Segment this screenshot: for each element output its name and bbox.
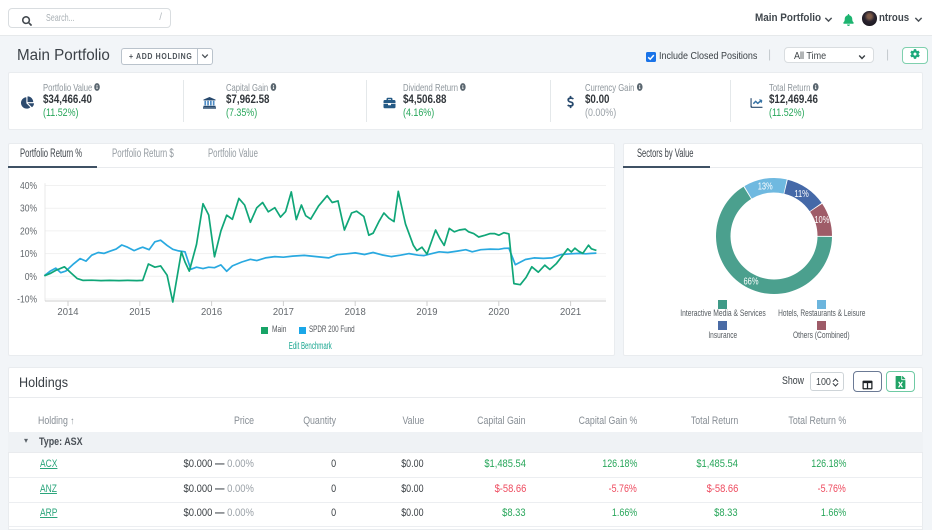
svg-text:30%: 30%	[20, 203, 37, 214]
svg-text:2018: 2018	[345, 307, 366, 318]
svg-text:11%: 11%	[794, 188, 809, 199]
svg-text:2016: 2016	[201, 307, 222, 318]
svg-text:2017: 2017	[273, 307, 294, 318]
svg-text:2014: 2014	[57, 307, 79, 318]
svg-text:66%: 66%	[744, 276, 759, 287]
svg-text:0%: 0%	[25, 271, 37, 282]
svg-text:2020: 2020	[488, 307, 510, 318]
svg-text:20%: 20%	[20, 226, 37, 237]
svg-text:40%: 40%	[20, 180, 37, 191]
svg-text:2015: 2015	[129, 307, 151, 318]
svg-text:13%: 13%	[758, 181, 773, 192]
svg-text:10%: 10%	[20, 248, 37, 259]
svg-text:-10%: -10%	[17, 294, 37, 305]
svg-text:2019: 2019	[416, 307, 437, 318]
svg-text:2021: 2021	[560, 307, 581, 318]
svg-text:10%: 10%	[814, 214, 829, 225]
